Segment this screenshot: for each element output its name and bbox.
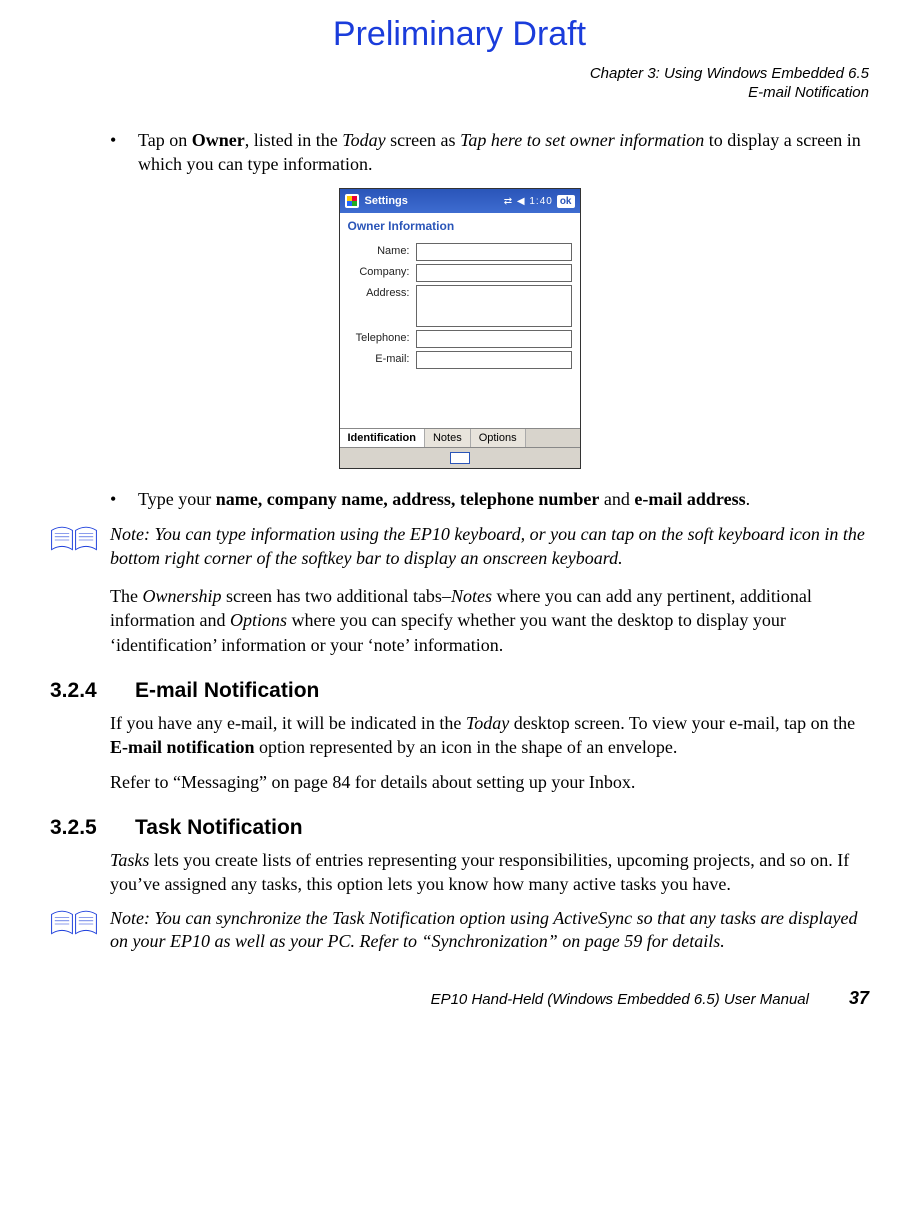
section-3-2-5: 3.2.5 Task Notification xyxy=(50,816,869,840)
text: You can synchronize the Task Notificatio… xyxy=(110,908,857,951)
pda-title: Settings xyxy=(365,195,504,207)
page-footer: EP10 Hand-Held (Windows Embedded 6.5) Us… xyxy=(50,988,869,1009)
text: , listed in the xyxy=(245,130,343,150)
text-italic: Ownership xyxy=(142,586,221,606)
input-address[interactable] xyxy=(416,285,572,327)
pda-titlebar: Settings ⇄ ◀ 1:40 ok xyxy=(340,189,580,213)
paragraph: If you have any e-mail, it will be indic… xyxy=(110,711,869,760)
input-company[interactable] xyxy=(416,264,572,282)
keyboard-icon[interactable] xyxy=(450,452,470,464)
text: and xyxy=(599,489,634,509)
text: . xyxy=(746,489,751,509)
page-header: Chapter 3: Using Windows Embedded 6.5 E-… xyxy=(50,65,869,103)
paragraph: Tasks lets you create lists of entries r… xyxy=(110,848,869,897)
page: Preliminary Draft Chapter 3: Using Windo… xyxy=(0,0,919,1049)
note-label: Note: xyxy=(110,524,150,544)
section-number: 3.2.5 xyxy=(50,816,135,840)
text: screen has two additional tabs– xyxy=(222,586,451,606)
tab-identification[interactable]: Identification xyxy=(340,429,425,447)
start-flag-icon xyxy=(345,194,359,208)
text: lets you create lists of entries represe… xyxy=(110,850,849,894)
text: You can type information using the EP10 … xyxy=(110,524,865,567)
text-italic: Tap here to set owner information xyxy=(460,130,704,150)
text: Tap on xyxy=(138,130,192,150)
text-italic: Today xyxy=(466,713,509,733)
bullet-2: • Type your name, company name, address,… xyxy=(110,487,869,511)
bullet-1: • Tap on Owner, listed in the Today scre… xyxy=(110,128,869,177)
ok-button[interactable]: ok xyxy=(557,195,575,208)
text: option represented by an icon in the sha… xyxy=(255,737,678,757)
bullet-1-text: Tap on Owner, listed in the Today screen… xyxy=(138,128,869,177)
pda-subtitle: Owner Information xyxy=(340,213,580,237)
note-1: Note: You can type information using the… xyxy=(50,523,869,570)
section-number: 3.2.4 xyxy=(50,679,135,703)
page-number: 37 xyxy=(849,988,869,1009)
bullet-marker: • xyxy=(110,487,138,511)
note-label: Note: xyxy=(110,908,150,928)
input-email[interactable] xyxy=(416,351,572,369)
header-chapter: Chapter 3: Using Windows Embedded 6.5 xyxy=(50,65,869,84)
text-italic: Today xyxy=(342,130,385,150)
pda-form: Name: Company: Address: Telephone: E-mai… xyxy=(340,237,580,428)
book-icon xyxy=(50,907,110,954)
text-italic: Options xyxy=(230,610,287,630)
text: The xyxy=(110,586,142,606)
section-3-2-4: 3.2.4 E-mail Notification xyxy=(50,679,869,703)
note-2-text: Note: You can synchronize the Task Notif… xyxy=(110,907,869,954)
text: Type your xyxy=(138,489,216,509)
paragraph: The Ownership screen has two additional … xyxy=(110,584,869,657)
note-1-text: Note: You can type information using the… xyxy=(110,523,869,570)
text: If you have any e-mail, it will be indic… xyxy=(110,713,466,733)
input-name[interactable] xyxy=(416,243,572,261)
pda-tabs: Identification Notes Options xyxy=(340,428,580,447)
book-icon xyxy=(50,523,110,570)
label-name: Name: xyxy=(348,243,416,257)
text: screen as xyxy=(386,130,460,150)
text-bold: E-mail notification xyxy=(110,737,255,757)
tab-notes[interactable]: Notes xyxy=(425,429,471,447)
footer-manual-title: EP10 Hand-Held (Windows Embedded 6.5) Us… xyxy=(431,991,809,1008)
label-email: E-mail: xyxy=(348,351,416,365)
text-italic: Tasks xyxy=(110,850,149,870)
tab-options[interactable]: Options xyxy=(471,429,526,447)
paragraph: Refer to “Messaging” on page 84 for deta… xyxy=(110,770,869,794)
bullet-2-text: Type your name, company name, address, t… xyxy=(138,487,869,511)
header-section: E-mail Notification xyxy=(50,84,869,103)
note-2: Note: You can synchronize the Task Notif… xyxy=(50,907,869,954)
text: desktop screen. To view your e-mail, tap… xyxy=(509,713,855,733)
input-telephone[interactable] xyxy=(416,330,572,348)
embedded-screenshot: Settings ⇄ ◀ 1:40 ok Owner Information N… xyxy=(50,188,869,469)
label-company: Company: xyxy=(348,264,416,278)
section-title: Task Notification xyxy=(135,816,303,840)
text-bold: Owner xyxy=(192,130,245,150)
label-telephone: Telephone: xyxy=(348,330,416,344)
bullet-marker: • xyxy=(110,128,138,177)
label-address: Address: xyxy=(348,285,416,299)
text-bold: name, company name, address, telephone n… xyxy=(216,489,600,509)
clock: 1:40 xyxy=(529,196,552,207)
section-title: E-mail Notification xyxy=(135,679,319,703)
pda-window: Settings ⇄ ◀ 1:40 ok Owner Information N… xyxy=(339,188,581,469)
status-icons: ⇄ ◀ 1:40 xyxy=(504,196,553,207)
watermark: Preliminary Draft xyxy=(0,15,919,54)
text-bold: e-mail address xyxy=(634,489,745,509)
pda-softkeybar xyxy=(340,447,580,468)
text-italic: Notes xyxy=(451,586,492,606)
